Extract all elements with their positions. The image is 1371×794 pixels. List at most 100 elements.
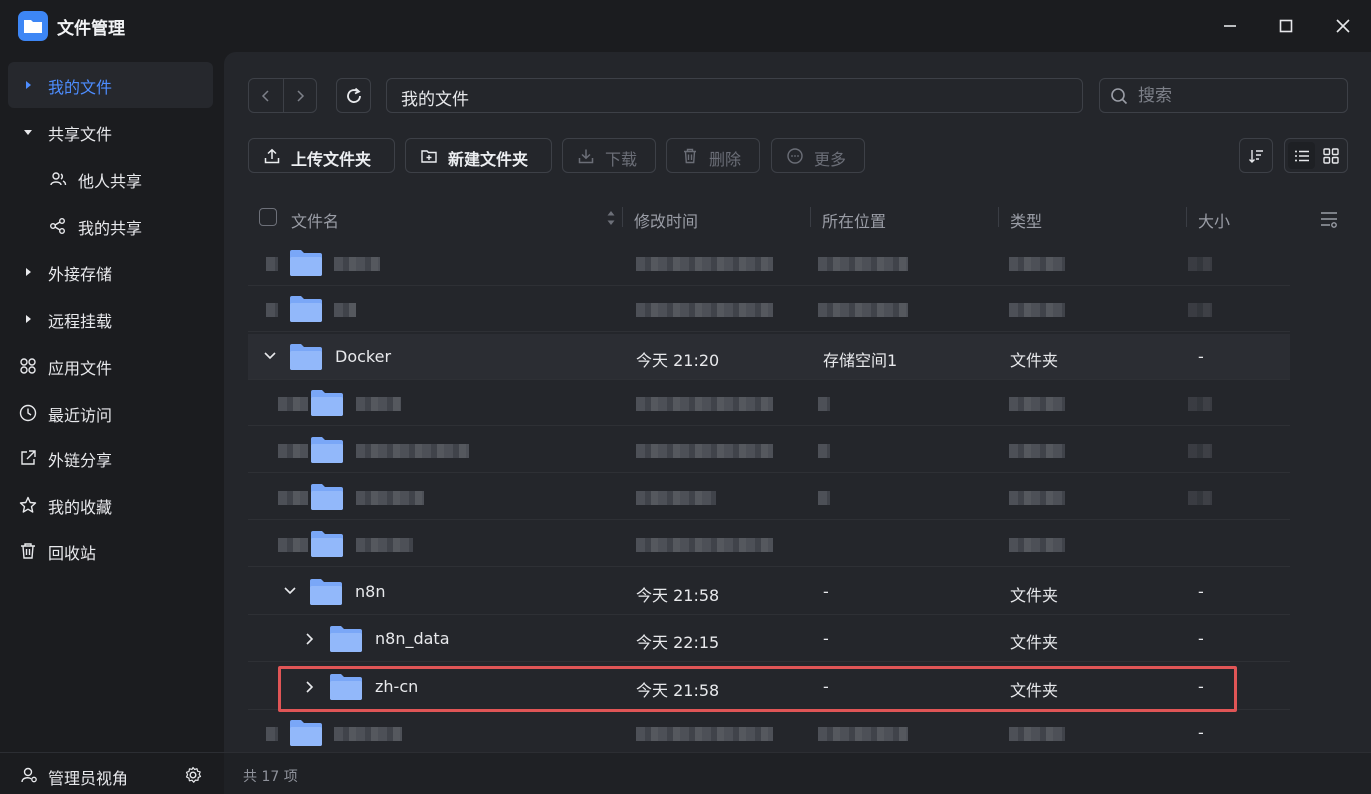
table-row[interactable] bbox=[248, 380, 1290, 426]
header-name[interactable]: 文件名 bbox=[291, 208, 339, 232]
search-icon bbox=[1111, 88, 1128, 105]
sort-icon bbox=[1249, 149, 1263, 163]
delete-button[interactable]: 删除 bbox=[666, 138, 760, 173]
header-location[interactable]: 所在位置 bbox=[822, 208, 886, 232]
file-name: Docker bbox=[335, 347, 392, 366]
upload-folder-button[interactable]: 上传文件夹 bbox=[248, 138, 395, 173]
caret-right-icon bbox=[18, 309, 38, 329]
title-bar: 文件管理 bbox=[0, 0, 1371, 52]
minimize-icon bbox=[1224, 25, 1236, 27]
folder-icon bbox=[290, 296, 322, 322]
sidebar-item-label: 外链分享 bbox=[48, 451, 113, 470]
sort-arrows-icon[interactable] bbox=[606, 209, 616, 227]
modified-time: 今天 21:58 bbox=[636, 586, 720, 605]
sidebar-item-remote-mount[interactable]: 远程挂载 bbox=[8, 296, 213, 342]
chevron-down-icon[interactable] bbox=[263, 350, 277, 362]
column-settings-icon[interactable] bbox=[1319, 210, 1339, 228]
table-row[interactable] bbox=[248, 240, 1290, 286]
path-input[interactable]: 我的文件 bbox=[386, 78, 1083, 113]
header-size[interactable]: 大小 bbox=[1198, 208, 1230, 232]
chevron-down-icon[interactable] bbox=[283, 585, 297, 597]
sidebar-item-recent[interactable]: 最近访问 bbox=[8, 390, 213, 436]
table-row-n8n-data[interactable]: n8n_data 今天 22:15 - 文件夹 - bbox=[248, 616, 1290, 662]
delete-label: 删除 bbox=[709, 150, 742, 169]
table-header: 文件名 修改时间 所在位置 类型 大小 bbox=[248, 200, 1290, 235]
header-modified[interactable]: 修改时间 bbox=[634, 208, 698, 232]
sidebar-item-my-shares[interactable]: 我的共享 bbox=[8, 203, 213, 249]
folder-icon bbox=[311, 390, 343, 416]
sidebar-item-label: 我的收藏 bbox=[48, 498, 113, 517]
folder-icon bbox=[311, 437, 343, 463]
table-row[interactable] bbox=[248, 474, 1290, 520]
upload-folder-label: 上传文件夹 bbox=[291, 150, 372, 169]
type: 文件夹 bbox=[1010, 633, 1059, 652]
modified-time: 今天 21:20 bbox=[636, 351, 720, 370]
table-row-n8n[interactable]: n8n 今天 21:58 - 文件夹 - bbox=[248, 569, 1290, 615]
trash-icon bbox=[684, 148, 696, 164]
sidebar-item-others-shared[interactable]: 他人共享 bbox=[8, 156, 213, 202]
sidebar: 我的文件 共享文件 他人共享 我的共享 外接存储 远程挂载 应用文件 最近访问 … bbox=[0, 52, 224, 794]
more-button[interactable]: 更多 bbox=[771, 138, 865, 173]
sidebar-item-my-files[interactable]: 我的文件 bbox=[8, 62, 213, 108]
refresh-button[interactable] bbox=[336, 78, 371, 113]
sidebar-item-link-share[interactable]: 外链分享 bbox=[8, 435, 213, 481]
chevron-left-icon bbox=[261, 89, 269, 102]
download-icon bbox=[578, 149, 594, 164]
table-row[interactable] bbox=[248, 427, 1290, 473]
sidebar-item-favorites[interactable]: 我的收藏 bbox=[8, 482, 213, 528]
download-button[interactable]: 下载 bbox=[562, 138, 656, 173]
sidebar-item-shared-files[interactable]: 共享文件 bbox=[8, 109, 213, 155]
caret-down-icon bbox=[18, 122, 38, 142]
search-box[interactable] bbox=[1099, 78, 1348, 113]
admin-view-label[interactable]: 管理员视角 bbox=[48, 765, 128, 789]
view-switcher bbox=[1284, 138, 1348, 173]
trash-icon bbox=[18, 541, 38, 561]
star-icon bbox=[18, 495, 38, 515]
upload-icon bbox=[264, 148, 280, 164]
size: - bbox=[1198, 347, 1204, 366]
maximize-button[interactable] bbox=[1272, 12, 1300, 40]
sidebar-item-label: 共享文件 bbox=[48, 125, 113, 144]
highlight-annotation-box bbox=[278, 666, 1237, 712]
sidebar-item-recycle-bin[interactable]: 回收站 bbox=[8, 528, 213, 574]
file-name: n8n bbox=[355, 582, 386, 601]
table-row[interactable]: - bbox=[248, 710, 1290, 752]
back-button[interactable] bbox=[249, 79, 283, 112]
folder-icon bbox=[310, 579, 342, 605]
history-nav bbox=[248, 78, 317, 113]
sidebar-item-app-files[interactable]: 应用文件 bbox=[8, 343, 213, 389]
table-row[interactable] bbox=[248, 521, 1290, 567]
search-input[interactable] bbox=[1138, 84, 1338, 108]
table-row[interactable] bbox=[248, 286, 1290, 332]
forward-button[interactable] bbox=[282, 79, 317, 112]
sidebar-item-label: 应用文件 bbox=[48, 359, 113, 378]
folder-icon bbox=[311, 531, 343, 557]
sidebar-item-label: 他人共享 bbox=[78, 172, 143, 191]
clock-icon bbox=[18, 403, 38, 423]
close-icon bbox=[1336, 19, 1350, 33]
size: - bbox=[1198, 629, 1204, 648]
folder-icon bbox=[290, 344, 322, 370]
apps-icon bbox=[18, 356, 38, 376]
sidebar-item-external-storage[interactable]: 外接存储 bbox=[8, 249, 213, 295]
admin-user-icon bbox=[21, 767, 37, 783]
grid-view-button[interactable] bbox=[1317, 142, 1344, 169]
table-row-docker[interactable]: Docker 今天 21:20 存储空间1 文件夹 - bbox=[248, 334, 1290, 380]
select-all-checkbox[interactable] bbox=[259, 208, 277, 226]
new-folder-button[interactable]: 新建文件夹 bbox=[405, 138, 552, 173]
list-view-button[interactable] bbox=[1288, 142, 1315, 169]
modified-time: 今天 22:15 bbox=[636, 633, 720, 652]
item-count: 共 17 项 bbox=[243, 769, 298, 785]
settings-gear-icon[interactable] bbox=[184, 766, 202, 784]
header-type[interactable]: 类型 bbox=[1010, 208, 1042, 232]
download-label: 下载 bbox=[605, 150, 638, 169]
close-button[interactable] bbox=[1329, 12, 1357, 40]
type: 文件夹 bbox=[1010, 351, 1059, 370]
chevron-right-icon[interactable] bbox=[304, 632, 316, 646]
sidebar-footer: 管理员视角 bbox=[0, 752, 224, 794]
status-bar: 共 17 项 bbox=[224, 752, 1371, 794]
sidebar-item-label: 外接存储 bbox=[48, 265, 113, 284]
minimize-button[interactable] bbox=[1216, 12, 1244, 40]
sidebar-item-label: 远程挂载 bbox=[48, 312, 113, 331]
sort-button[interactable] bbox=[1239, 138, 1273, 173]
